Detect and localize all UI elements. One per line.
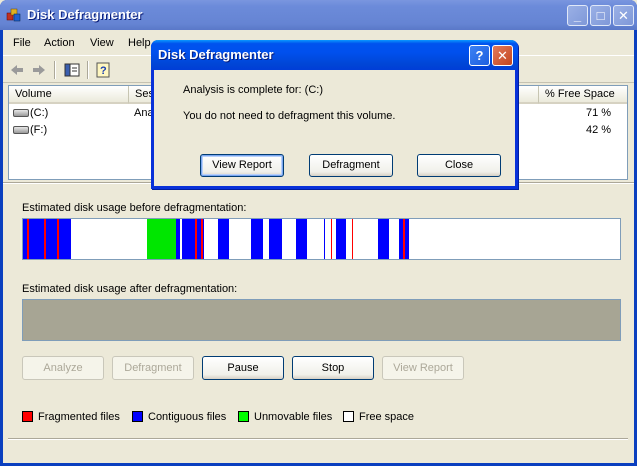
close-button[interactable]: ✕ — [613, 5, 634, 26]
volume-name: (C:) — [30, 107, 49, 119]
view-report-button[interactable]: View Report — [382, 356, 464, 380]
disk-segment — [378, 219, 389, 259]
recommendation-message: You do not need to defragment this volum… — [183, 110, 396, 122]
defragment-button[interactable]: Defragment — [112, 356, 194, 380]
help-button[interactable]: ? — [469, 45, 490, 66]
disk-segment — [251, 219, 263, 259]
pause-button[interactable]: Pause — [202, 356, 284, 380]
legend-free-space: Free space — [343, 411, 414, 425]
disk-segment — [180, 219, 182, 259]
toolbar-separator — [54, 61, 56, 79]
disk-segment — [23, 219, 71, 259]
dialog-view-report-button[interactable]: View Report — [200, 154, 284, 177]
free-space-value: 71 % — [586, 107, 612, 119]
disk-segment — [27, 219, 29, 259]
back-arrow-icon[interactable] — [8, 61, 26, 79]
toolbar-separator — [87, 61, 89, 79]
menu-view[interactable]: View — [90, 37, 114, 49]
free-space-value: 42 % — [586, 124, 612, 136]
disk-segment — [403, 219, 405, 259]
legend-swatch — [22, 411, 33, 422]
disk-segment — [147, 219, 176, 259]
after-defrag-label: Estimated disk usage after defragmentati… — [22, 283, 238, 295]
disk-segment — [336, 219, 346, 259]
disk-segment — [195, 219, 197, 259]
show-hide-tree-icon[interactable] — [63, 61, 81, 79]
legend-contiguous: Contiguous files — [132, 411, 226, 425]
legend-swatch — [238, 411, 249, 422]
legend-fragmented: Fragmented files — [22, 411, 120, 425]
status-divider — [8, 438, 628, 440]
forward-arrow-icon[interactable] — [30, 61, 48, 79]
before-defrag-label: Estimated disk usage before defragmentat… — [22, 202, 247, 214]
disk-segment — [269, 219, 282, 259]
menu-help[interactable]: Help — [128, 37, 151, 49]
dialog-defragment-button[interactable]: Defragment — [309, 154, 393, 177]
legend-unmovable: Unmovable files — [238, 411, 332, 425]
dialog-close-button[interactable]: ✕ — [492, 45, 513, 66]
disk-segment — [218, 219, 229, 259]
menu-file[interactable]: File — [13, 37, 31, 49]
column-header-volume[interactable]: Volume — [9, 86, 129, 104]
disk-segment — [352, 219, 353, 259]
legend-label: Free space — [359, 411, 415, 423]
disk-segment — [324, 219, 325, 259]
hard-drive-icon — [13, 126, 29, 134]
disk-segment — [44, 219, 46, 259]
svg-text:?: ? — [100, 65, 107, 77]
before-defrag-usage-bar — [22, 218, 621, 260]
after-defrag-usage-bar — [22, 299, 621, 341]
analysis-message: Analysis is complete for: (C:) — [183, 84, 323, 96]
disk-segment — [296, 219, 307, 259]
disk-segment — [57, 219, 59, 259]
menu-action[interactable]: Action — [44, 37, 75, 49]
title-bar[interactable]: Disk Defragmenter _ □ ✕ — [0, 0, 637, 30]
dialog-close-text-button[interactable]: Close — [417, 154, 501, 177]
defrag-app-icon — [6, 8, 21, 22]
window-title: Disk Defragmenter — [27, 7, 143, 22]
analyze-button[interactable]: Analyze — [22, 356, 104, 380]
help-icon[interactable]: ? — [95, 61, 113, 79]
maximize-button[interactable]: □ — [590, 5, 611, 26]
disk-segment — [201, 219, 203, 259]
minimize-button[interactable]: _ — [567, 5, 588, 26]
disk-segment — [331, 219, 332, 259]
legend-swatch — [132, 411, 143, 422]
legend-label: Unmovable files — [254, 411, 333, 423]
dialog-title-bar[interactable]: Disk Defragmenter ? ✕ — [151, 40, 518, 70]
legend-label: Contiguous files — [148, 411, 227, 423]
dialog-title: Disk Defragmenter — [158, 47, 274, 62]
hard-drive-icon — [13, 109, 29, 117]
analysis-complete-dialog: Disk Defragmenter ? ✕ Analysis is comple… — [151, 40, 518, 189]
legend-swatch — [343, 411, 354, 422]
column-header-free-space[interactable]: % Free Space — [539, 86, 627, 104]
stop-button[interactable]: Stop — [292, 356, 374, 380]
legend-label: Fragmented files — [38, 411, 120, 423]
volume-name: (F:) — [30, 124, 48, 136]
